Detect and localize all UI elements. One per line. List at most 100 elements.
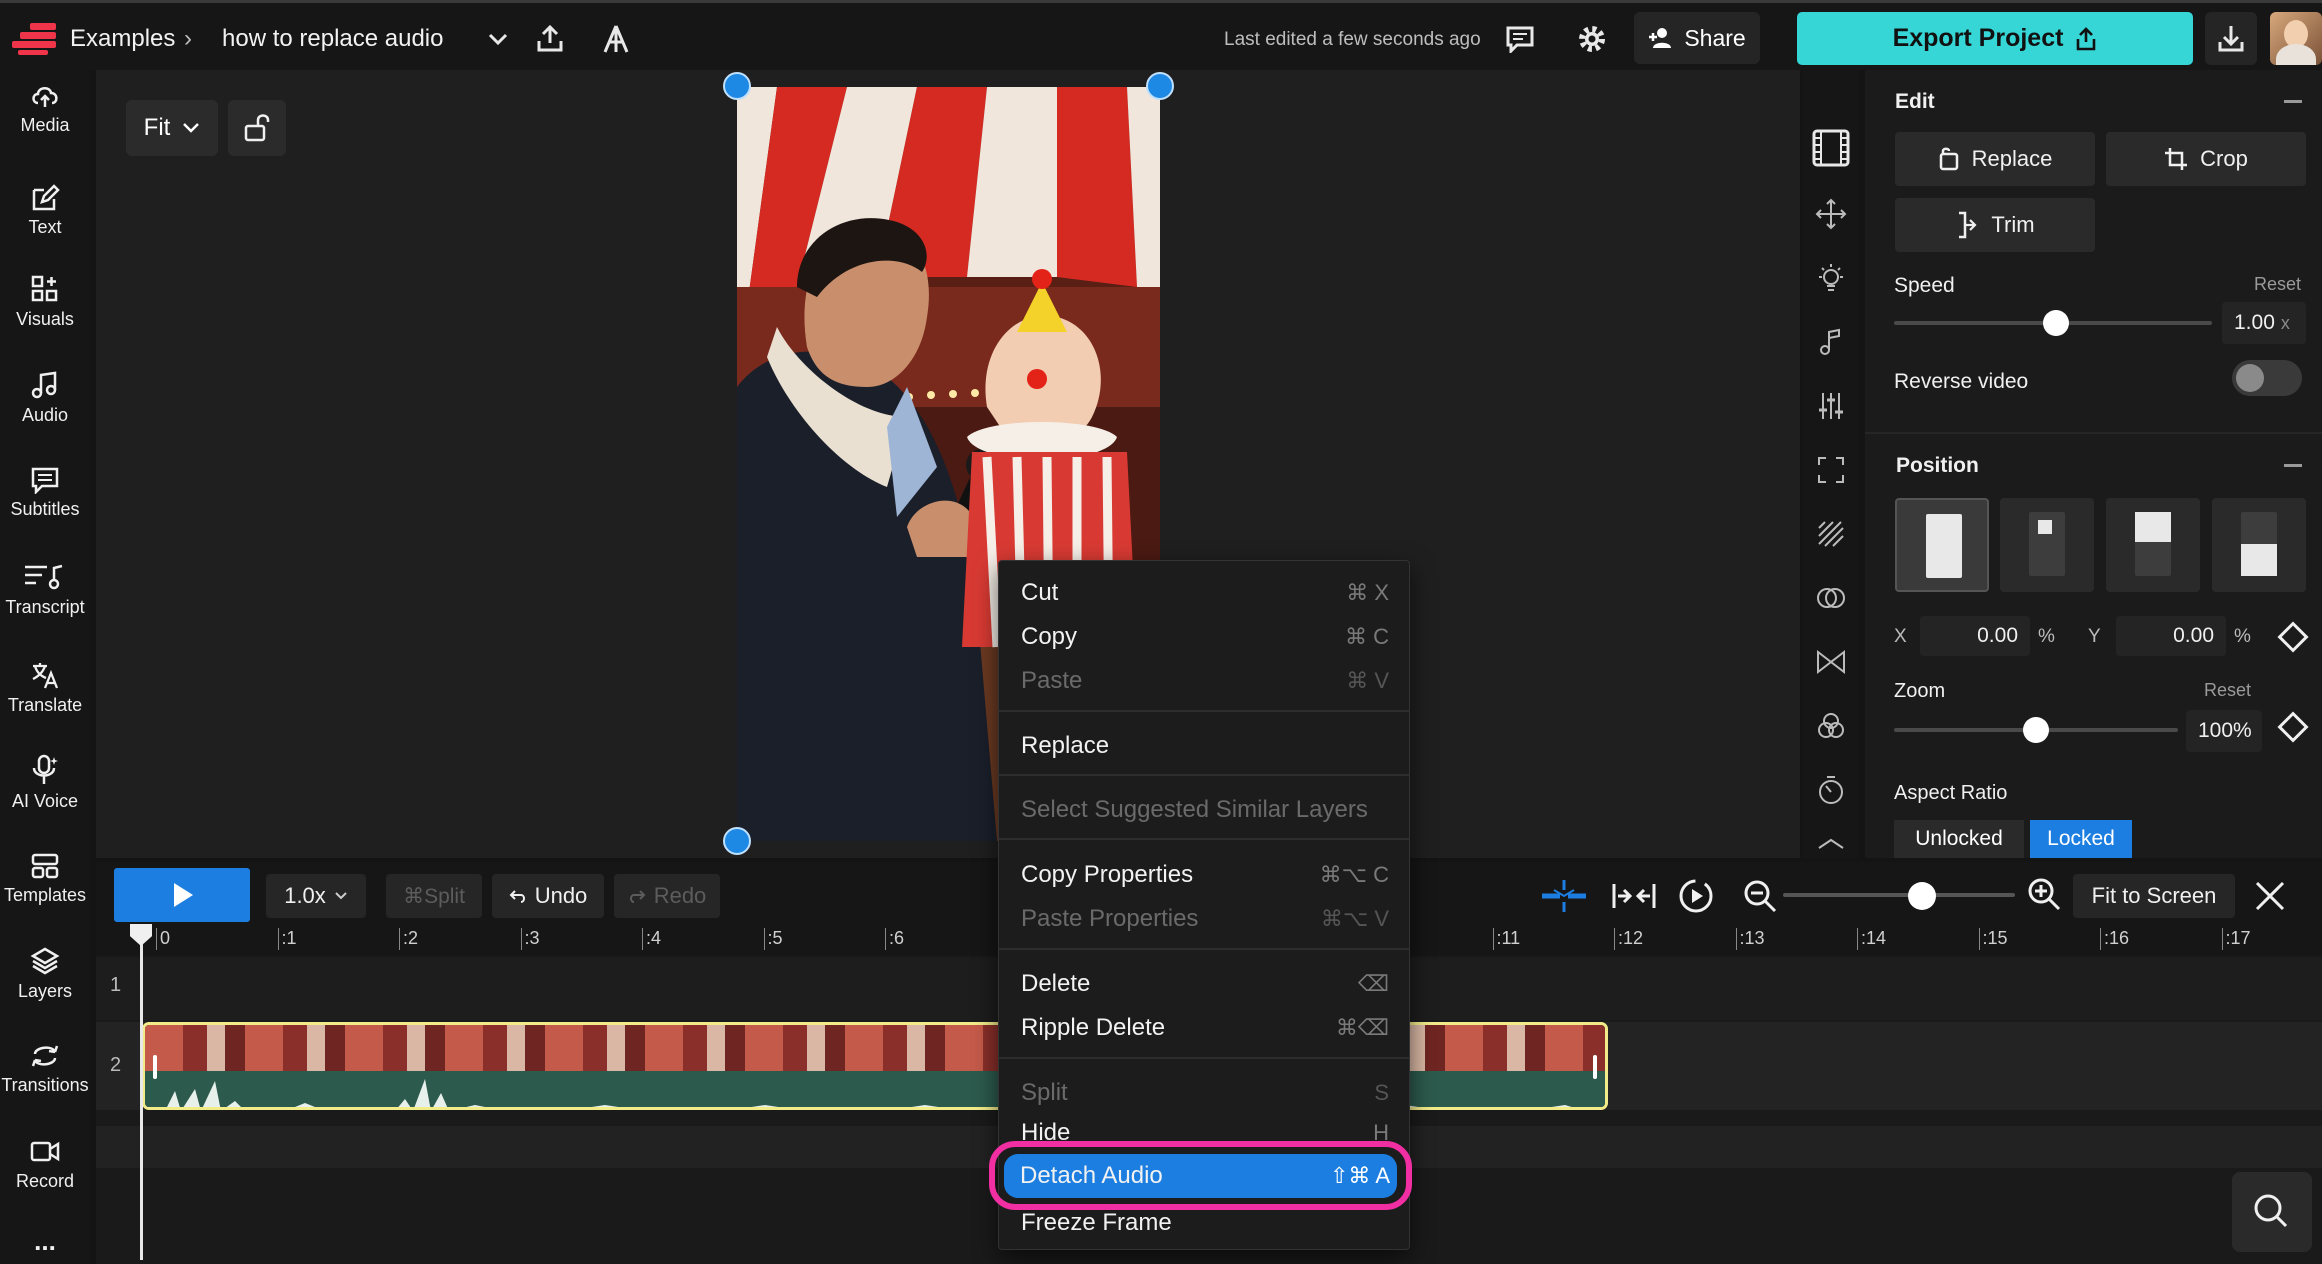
undo-button[interactable]: Undo xyxy=(492,874,604,918)
speed-value: 1.00 xyxy=(2234,311,2275,334)
menu-item-replace[interactable]: Replace xyxy=(1021,726,1389,766)
sidebar-item-translate[interactable]: Translate xyxy=(0,660,90,716)
collapse-position-icon[interactable] xyxy=(2284,464,2302,467)
project-menu-chevron-icon[interactable] xyxy=(484,25,512,53)
y-value: 0.00 xyxy=(2173,624,2214,647)
menu-item-delete[interactable]: Delete ⌫ xyxy=(1021,964,1389,1004)
resize-handle-top-left[interactable] xyxy=(723,72,751,100)
user-avatar[interactable] xyxy=(2270,12,2322,65)
sidebar-item-subtitles[interactable]: Subtitles xyxy=(0,466,90,520)
position-fill-tile[interactable] xyxy=(1895,498,1989,592)
zoom-out-icon[interactable] xyxy=(1742,876,1778,916)
speed-slider-handle[interactable] xyxy=(2043,310,2070,336)
clip-trim-handle-left[interactable] xyxy=(153,1055,157,1079)
lightbulb-icon[interactable] xyxy=(1815,262,1847,294)
menu-item-paste-properties[interactable]: Paste Properties ⌘⌥ V xyxy=(1021,899,1389,939)
redo-button[interactable]: Redo xyxy=(614,874,720,918)
sidebar-item-audio[interactable]: Audio xyxy=(0,370,90,426)
x-value-field[interactable]: 0.00 xyxy=(1920,616,2030,656)
export-project-button[interactable]: Export Project xyxy=(1797,12,2193,65)
audio-note-icon[interactable] xyxy=(1815,326,1847,358)
sidebar-item-media[interactable]: Media xyxy=(0,82,90,136)
fit-clips-icon[interactable] xyxy=(1610,876,1658,916)
app-logo[interactable] xyxy=(12,23,56,55)
menu-item-select-similar[interactable]: Select Suggested Similar Layers xyxy=(1021,790,1389,830)
menu-item-copy-properties[interactable]: Copy Properties ⌘⌥ C xyxy=(1021,855,1389,895)
clip-trim-handle-right[interactable] xyxy=(1593,1055,1597,1079)
upload-icon[interactable] xyxy=(532,21,568,57)
zoom-value-field[interactable]: 100% xyxy=(2186,710,2262,752)
crop-button[interactable]: Crop xyxy=(2106,132,2306,186)
position-top-tile[interactable] xyxy=(2106,498,2200,592)
playback-speed-dropdown[interactable]: 1.0x xyxy=(266,874,366,918)
film-strip-icon[interactable] xyxy=(1811,128,1851,168)
download-button[interactable] xyxy=(2205,12,2257,65)
speed-unit: x xyxy=(2280,312,2290,333)
snap-magnet-icon[interactable] xyxy=(1540,876,1588,916)
split-shortcut: ⌘ xyxy=(403,884,425,908)
sidebar-item-visuals[interactable]: Visuals xyxy=(0,274,90,330)
sidebar-item-text[interactable]: Text xyxy=(0,184,90,238)
collapse-edit-icon[interactable] xyxy=(2284,100,2302,103)
move-arrows-icon[interactable] xyxy=(1815,198,1847,230)
close-timeline-icon[interactable] xyxy=(2252,878,2288,914)
menu-item-ripple-delete[interactable]: Ripple Delete ⌘⌫ xyxy=(1021,1008,1389,1048)
sidebar-item-record[interactable]: Record xyxy=(0,1138,90,1192)
menu-label: Freeze Frame xyxy=(1021,1209,1172,1236)
resize-handle-bottom-left[interactable] xyxy=(723,827,751,855)
reverse-video-toggle[interactable] xyxy=(2232,360,2302,396)
sidebar-item-label: Media xyxy=(20,115,70,135)
position-bottom-tile[interactable] xyxy=(2212,498,2306,592)
y-value-field[interactable]: 0.00 xyxy=(2116,616,2226,656)
share-button[interactable]: Share xyxy=(1634,12,1760,64)
play-icon xyxy=(174,883,193,907)
sidebar-item-layers[interactable]: Layers xyxy=(0,946,90,1002)
shapes-icon xyxy=(31,275,58,302)
comments-icon[interactable] xyxy=(1502,21,1538,57)
filters-icon[interactable] xyxy=(1815,582,1847,614)
timeline-zoom-handle[interactable] xyxy=(1908,882,1937,910)
menu-item-copy[interactable]: Copy ⌘ C xyxy=(1021,617,1389,657)
trim-button[interactable]: Trim xyxy=(1895,198,2095,252)
project-name[interactable]: how to replace audio xyxy=(222,25,443,53)
zoom-slider-handle[interactable] xyxy=(2023,717,2049,743)
timeline-zoom-track[interactable] xyxy=(1783,893,2015,897)
replace-button[interactable]: Replace xyxy=(1895,132,2095,186)
zoom-reset-button[interactable]: Reset xyxy=(2204,680,2251,701)
adjust-sliders-icon[interactable] xyxy=(1815,390,1847,422)
fullscreen-icon[interactable] xyxy=(1815,454,1847,486)
sidebar-item-templates[interactable]: Templates xyxy=(0,852,90,906)
search-button[interactable] xyxy=(2232,1172,2312,1252)
menu-item-paste[interactable]: Paste ⌘ V xyxy=(1021,661,1389,701)
color-circles-icon[interactable] xyxy=(1815,710,1847,742)
zoom-in-icon[interactable] xyxy=(2026,874,2062,914)
playback-loop-icon[interactable] xyxy=(1676,876,1716,916)
remove-background-icon[interactable] xyxy=(1815,518,1847,550)
speed-value-field[interactable]: 1.00 x xyxy=(2222,302,2306,344)
aspect-lock-button[interactable] xyxy=(228,100,286,156)
sidebar-item-transitions[interactable]: Transitions xyxy=(0,1042,90,1096)
settings-gear-icon[interactable] xyxy=(1574,21,1610,57)
split-button[interactable]: ⌘Split xyxy=(386,874,482,918)
aspect-locked-button[interactable]: Locked xyxy=(2030,820,2132,858)
speed-reset-button[interactable]: Reset xyxy=(2254,274,2301,295)
fit-dropdown[interactable]: Fit xyxy=(126,100,218,156)
menu-item-split[interactable]: Split S xyxy=(1021,1073,1389,1113)
shape-icon[interactable] xyxy=(1815,834,1847,858)
play-button[interactable] xyxy=(114,868,250,922)
chevron-down-icon xyxy=(335,892,347,900)
sidebar-item-transcript[interactable]: Transcript xyxy=(0,562,90,618)
breadcrumb-examples[interactable]: Examples xyxy=(70,25,175,53)
sidebar-item-ai-voice[interactable]: AI Voice xyxy=(0,754,90,812)
brand-kit-icon[interactable] xyxy=(598,21,634,57)
playhead[interactable] xyxy=(140,930,143,1260)
fit-to-screen-button[interactable]: Fit to Screen xyxy=(2073,874,2235,918)
position-center-tile[interactable] xyxy=(2000,498,2094,592)
resize-handle-top-right[interactable] xyxy=(1146,72,1174,100)
sidebar-item-label: Audio xyxy=(21,405,69,425)
sidebar-more-button[interactable]: ... xyxy=(0,1226,90,1257)
menu-item-cut[interactable]: Cut ⌘ X xyxy=(1021,573,1389,613)
transition-bowtie-icon[interactable] xyxy=(1815,646,1847,678)
timer-icon[interactable] xyxy=(1815,774,1847,806)
aspect-unlocked-button[interactable]: Unlocked xyxy=(1894,820,2024,858)
